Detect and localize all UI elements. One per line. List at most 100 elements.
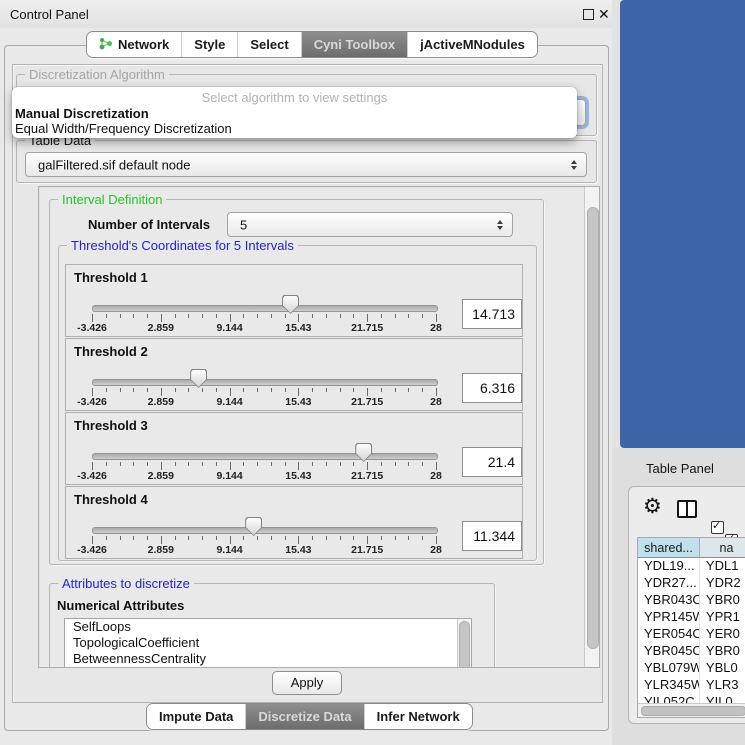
slider-tick bbox=[133, 462, 134, 466]
tab-style[interactable]: Style bbox=[182, 32, 238, 57]
attribute-item-betweennesscentrality[interactable]: BetweennessCentrality bbox=[65, 651, 471, 667]
attributes-list[interactable]: SelfLoopsTopologicalCoefficientBetweenne… bbox=[64, 618, 472, 668]
bottom-tab-bar: Impute Data Discretize Data Infer Network bbox=[146, 703, 473, 730]
panel-title: Control Panel bbox=[10, 7, 89, 22]
slider-tick bbox=[285, 388, 286, 392]
table-row[interactable]: YER054CYER0 bbox=[638, 626, 745, 643]
slider-tick bbox=[422, 314, 423, 318]
top-tab-bar: Network Style SelectCyni Toolbox jActiveMNo… bbox=[86, 31, 538, 58]
table-data-combobox[interactable]: galFiltered.sif default node bbox=[25, 152, 587, 177]
table-cell: YBR0 bbox=[700, 592, 745, 609]
table-row[interactable]: YDL19...YDL1 bbox=[638, 558, 745, 575]
scale-label: 2.859 bbox=[139, 544, 183, 556]
slider-tick bbox=[106, 536, 107, 540]
scale-label: 9.144 bbox=[208, 544, 252, 556]
tab-select[interactable]: Select bbox=[238, 32, 301, 57]
scale-label: 9.144 bbox=[208, 396, 252, 408]
tab-label: jActiveMNodules bbox=[420, 37, 525, 52]
list-scrollbar-thumb[interactable] bbox=[459, 621, 470, 668]
tab-label: Network bbox=[118, 37, 169, 52]
slider-tick bbox=[395, 314, 396, 318]
threshold-value-field[interactable]: 21.4 bbox=[462, 447, 522, 477]
bottom-tab-infer-network[interactable]: Infer Network bbox=[365, 704, 472, 729]
tab-label: Discretize Data bbox=[258, 709, 351, 724]
threshold-value-field[interactable]: 11.344 bbox=[462, 521, 522, 551]
scale-label: 2.859 bbox=[139, 322, 183, 334]
slider-track[interactable] bbox=[92, 379, 438, 386]
table-row[interactable]: YBR043CYBR0 bbox=[638, 592, 745, 609]
network-view-frame: GAL80GALCGAL11GAL4GCY1HHAP2 bbox=[620, 0, 745, 448]
scale-label: -3.426 bbox=[70, 322, 114, 334]
close-icon[interactable]: ✕ bbox=[598, 6, 610, 23]
tab-jactivemnodules[interactable]: jActiveMNodules bbox=[408, 32, 537, 57]
slider-tick bbox=[395, 536, 396, 540]
slider-track[interactable] bbox=[92, 453, 438, 460]
panel-scrollbar-thumb[interactable] bbox=[587, 207, 599, 649]
slider-tick bbox=[92, 388, 93, 396]
bottom-tab-impute-data[interactable]: Impute Data bbox=[147, 704, 246, 729]
table-hscrollbar[interactable] bbox=[638, 703, 745, 717]
slider-tick bbox=[257, 314, 258, 318]
list-scrollbar[interactable] bbox=[457, 619, 471, 668]
slider-tick bbox=[92, 536, 93, 544]
table-data-value: galFiltered.sif default node bbox=[38, 157, 190, 172]
slider-tick bbox=[395, 462, 396, 466]
threshold-value-field[interactable]: 6.316 bbox=[462, 373, 522, 403]
split-columns-icon[interactable] bbox=[677, 500, 697, 518]
slider-tick bbox=[202, 462, 203, 466]
scale-label: 21.715 bbox=[345, 470, 389, 482]
threshold-label: Threshold 4 bbox=[74, 492, 148, 507]
apply-button[interactable]: Apply bbox=[272, 671, 342, 695]
table-row[interactable]: YBL079WYBL0 bbox=[638, 660, 745, 677]
slider-tick bbox=[312, 462, 313, 466]
popup-item-equal-width-frequency-discretization[interactable]: Equal Width/Frequency Discretization bbox=[15, 121, 232, 136]
attribute-item-topologicalcoefficient[interactable]: TopologicalCoefficient bbox=[65, 635, 471, 651]
number-of-intervals-spinner[interactable]: 5 bbox=[227, 212, 513, 237]
slider-tick bbox=[216, 314, 217, 318]
table-header[interactable]: shared...na bbox=[638, 538, 745, 558]
attribute-item-selfloops[interactable]: SelfLoops bbox=[65, 619, 471, 635]
table-cell: YBR045C bbox=[638, 643, 700, 660]
column-header-na[interactable]: na bbox=[700, 538, 745, 557]
scale-label: 2.859 bbox=[139, 470, 183, 482]
bottom-tab-discretize-data[interactable]: Discretize Data bbox=[246, 704, 364, 729]
table-cell: YBL079W bbox=[638, 660, 700, 677]
table-row[interactable]: YLR345WYLR3 bbox=[638, 677, 745, 694]
table-row[interactable]: YDR27...YDR2 bbox=[638, 575, 745, 592]
slider-tick bbox=[422, 462, 423, 466]
table-cell: YDL19... bbox=[638, 558, 700, 575]
float-window-icon[interactable] bbox=[583, 9, 594, 20]
slider-tick bbox=[381, 388, 382, 392]
slider-tick bbox=[230, 462, 231, 470]
table-cell: YDR2 bbox=[700, 575, 745, 592]
table-row[interactable]: YBR045CYBR0 bbox=[638, 643, 745, 660]
checked-box-icon-1[interactable]: ✓ bbox=[711, 521, 724, 534]
slider-track[interactable] bbox=[92, 305, 438, 312]
slider-track[interactable] bbox=[92, 527, 438, 534]
scale-label: 2.859 bbox=[139, 396, 183, 408]
tab-cyni-toolbox[interactable]: Cyni Toolbox bbox=[302, 32, 408, 57]
column-header-shared[interactable]: shared... bbox=[638, 538, 700, 557]
threshold-value-field[interactable]: 14.713 bbox=[462, 299, 522, 329]
slider-tick bbox=[312, 536, 313, 540]
slider-tick bbox=[285, 536, 286, 540]
scale-label: 21.715 bbox=[345, 396, 389, 408]
slider-tick bbox=[175, 536, 176, 540]
panel-scrollbar[interactable] bbox=[584, 187, 599, 667]
tab-network[interactable]: Network bbox=[87, 32, 182, 57]
slider-tick bbox=[353, 314, 354, 318]
threshold-panel-3: Threshold 3-3.4262.8599.14415.4321.71528… bbox=[65, 412, 523, 485]
table-row[interactable]: YPR145WYPR1 bbox=[638, 609, 745, 626]
table-hscrollbar-thumb[interactable] bbox=[641, 706, 745, 716]
node-table[interactable]: shared...na YDL19...YDL1YDR27...YDR2YBR0… bbox=[637, 537, 745, 718]
slider-tick bbox=[161, 314, 162, 322]
slider-tick bbox=[147, 462, 148, 466]
slider-tick bbox=[422, 536, 423, 540]
popup-item-manual-discretization[interactable]: Manual Discretization bbox=[15, 106, 149, 121]
slider-tick bbox=[243, 388, 244, 392]
table-cell: YPR145W bbox=[638, 609, 700, 626]
table-settings-gear-icon[interactable]: ⚙ bbox=[643, 497, 662, 517]
threshold-panel-1: Threshold 1-3.4262.8599.14415.4321.71528… bbox=[65, 264, 523, 337]
slider-tick bbox=[326, 388, 327, 392]
tab-label: Style bbox=[194, 37, 225, 52]
